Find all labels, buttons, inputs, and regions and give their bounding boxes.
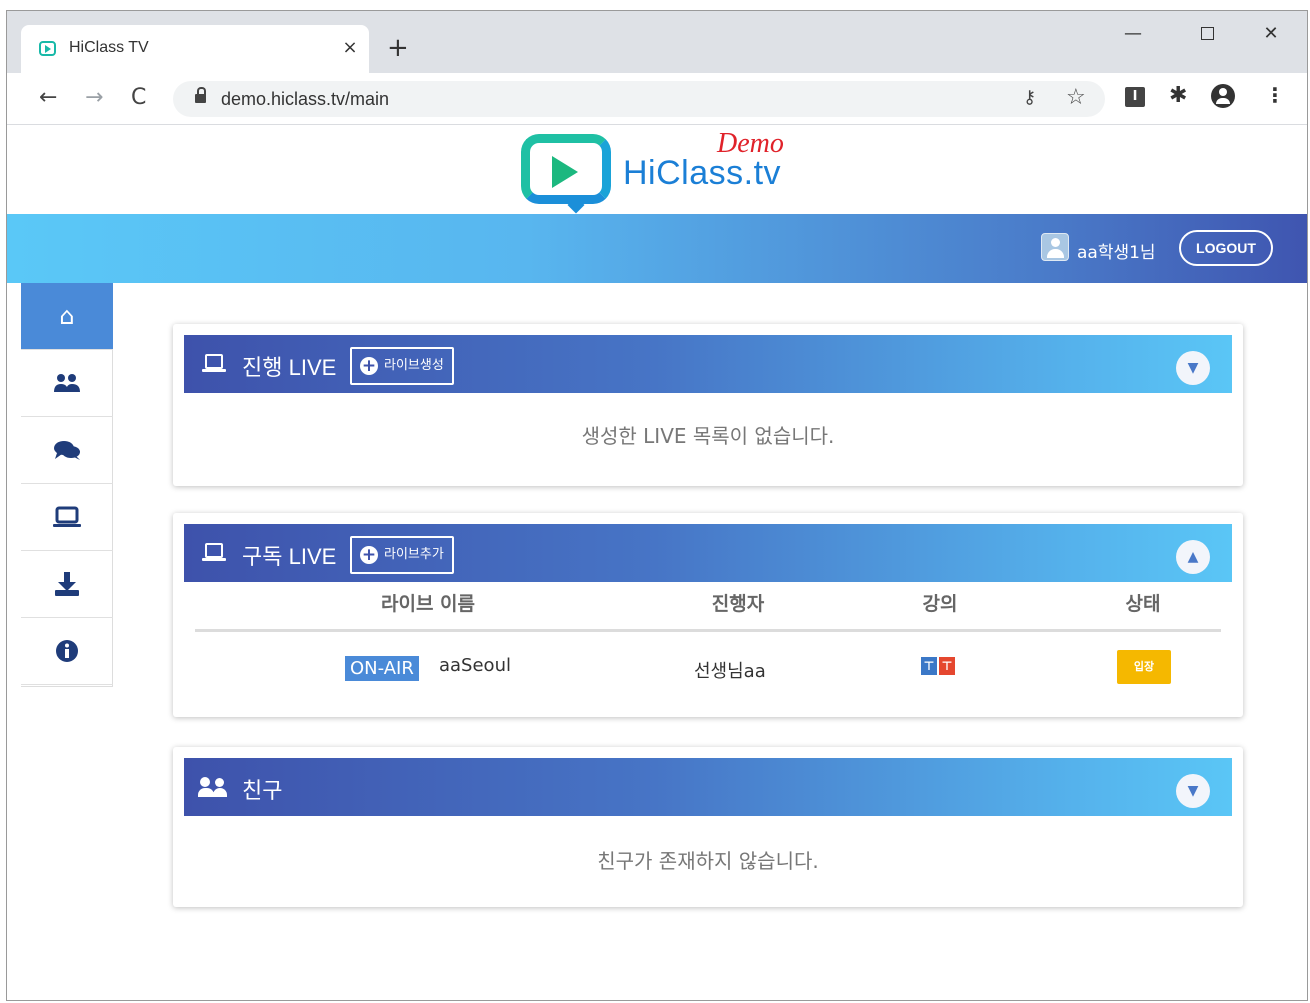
star-icon[interactable]: ☆: [1066, 85, 1086, 110]
users-icon: [198, 777, 230, 797]
live-host: 선생님aa: [694, 661, 766, 682]
minimize-button[interactable]: —: [1113, 21, 1153, 47]
address-bar[interactable]: demo.hiclass.tv/main ⚷ ☆: [173, 81, 1105, 117]
info-icon: [56, 640, 78, 662]
pin-red-icon[interactable]: ⊤: [939, 657, 955, 675]
panel-friends-header[interactable]: 친구 ▼: [184, 758, 1232, 816]
logo-area[interactable]: HiClass.tv Demo: [7, 126, 1307, 214]
laptop-icon: [202, 354, 226, 372]
panel-live-subscribed: 구독 LIVE 라이브추가 ▲ 라이브 이름 진행자 강의 상태 ON-AIR …: [173, 513, 1243, 717]
user-avatar-icon: [1041, 233, 1069, 261]
new-tab-button[interactable]: +: [387, 35, 409, 61]
panel-live-hosting-header[interactable]: 진행 LIVE 라이브생성 ▼: [184, 335, 1232, 393]
logo-demo-badge: Demo: [717, 128, 784, 159]
lock-icon[interactable]: [195, 87, 206, 104]
add-live-button[interactable]: 라이브추가: [350, 536, 454, 574]
user-name: aa학생1님: [1077, 243, 1156, 263]
home-icon: ⌂: [59, 302, 75, 330]
window-close-button[interactable]: ✕: [1251, 21, 1291, 47]
column-header-status: 상태: [1125, 593, 1161, 615]
empty-message: 생성한 LIVE 목록이 없습니다.: [581, 424, 835, 448]
laptop-icon: [53, 506, 81, 527]
browser-toolbar: ← → C demo.hiclass.tv/main ⚷ ☆ I ✱ ⋮: [7, 73, 1307, 125]
sidebar-item-home[interactable]: ⌂: [21, 283, 113, 350]
browser-window: HiClass TV × + — ✕ ← → C demo.hiclass.tv…: [6, 10, 1308, 1001]
panel-title: 친구: [242, 778, 283, 803]
users-icon: [54, 374, 80, 392]
tab-close-button[interactable]: ×: [339, 37, 361, 59]
url-text[interactable]: demo.hiclass.tv/main: [221, 89, 389, 110]
column-header-lecture: 강의: [922, 593, 958, 615]
panel-title: 구독 LIVE: [242, 544, 337, 569]
key-icon[interactable]: ⚷: [1023, 87, 1036, 108]
create-live-button[interactable]: 라이브생성: [350, 347, 454, 385]
extension-i-icon[interactable]: I: [1125, 87, 1145, 107]
pin-blue-icon[interactable]: ⊤: [921, 657, 937, 675]
puzzle-icon[interactable]: ✱: [1169, 83, 1187, 108]
reload-button[interactable]: C: [131, 85, 146, 111]
account-icon[interactable]: [1211, 84, 1235, 108]
favicon-icon: [39, 41, 56, 56]
page-content: HiClass.tv Demo aa학생1님 LOGOUT ⌂ 진행 LIVE …: [7, 126, 1307, 1000]
forward-button[interactable]: →: [85, 85, 103, 111]
panel-live-hosting: 진행 LIVE 라이브생성 ▼ 생성한 LIVE 목록이 없습니다.: [173, 324, 1243, 486]
maximize-button[interactable]: [1187, 21, 1227, 47]
logout-button[interactable]: LOGOUT: [1179, 230, 1273, 266]
sidebar-item-info[interactable]: [21, 618, 113, 685]
live-name[interactable]: aaSeoul: [439, 655, 511, 676]
download-icon: [55, 572, 79, 596]
table-divider: [195, 629, 1221, 632]
comments-icon: [54, 441, 80, 460]
column-header-host: 진행자: [711, 593, 765, 615]
panel-live-subscribed-header[interactable]: 구독 LIVE 라이브추가 ▲: [184, 524, 1232, 582]
tab-strip: HiClass TV × + — ✕: [7, 11, 1307, 73]
panel-title: 진행 LIVE: [242, 355, 337, 380]
column-header-name: 라이브 이름: [380, 593, 475, 615]
chevron-up-icon[interactable]: ▲: [1176, 540, 1210, 574]
sidebar-item-live[interactable]: [21, 484, 113, 551]
chevron-down-icon[interactable]: ▼: [1176, 351, 1210, 385]
sidebar-item-chat[interactable]: [21, 417, 113, 484]
back-button[interactable]: ←: [39, 85, 57, 111]
logo-play-icon: [521, 134, 611, 214]
menu-icon[interactable]: ⋮: [1265, 83, 1285, 107]
chevron-down-icon[interactable]: ▼: [1176, 774, 1210, 808]
header-band: aa학생1님 LOGOUT: [7, 214, 1307, 283]
browser-tab[interactable]: HiClass TV ×: [21, 25, 369, 73]
sidebar-item-download[interactable]: [21, 551, 113, 618]
laptop-icon: [202, 543, 226, 561]
sidebar: ⌂: [21, 283, 113, 687]
on-air-badge: ON-AIR: [345, 656, 419, 681]
sidebar-item-users[interactable]: [21, 350, 113, 417]
enter-button[interactable]: 입장: [1117, 650, 1171, 684]
maximize-icon: [1200, 27, 1214, 40]
panel-friends: 친구 ▼ 친구가 존재하지 않습니다.: [173, 747, 1243, 907]
tab-title: HiClass TV: [69, 39, 149, 56]
empty-message: 친구가 존재하지 않습니다.: [597, 849, 819, 873]
